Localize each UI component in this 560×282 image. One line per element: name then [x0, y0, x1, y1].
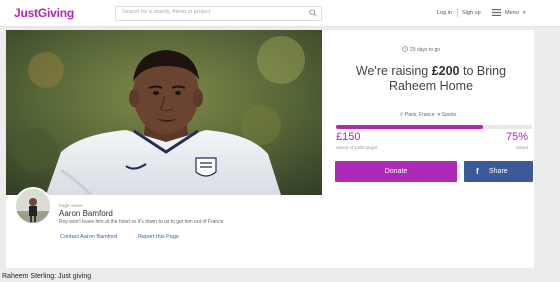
location-label: Paris, France [404, 112, 435, 118]
percent-raised: 75% [505, 131, 528, 143]
clock-icon [402, 46, 408, 52]
amount-raised: £150 [336, 131, 361, 143]
page-owner-description: Roy won't leave him at the hotel so it's… [59, 219, 224, 225]
facebook-share-button[interactable]: f Share [464, 161, 533, 182]
image-caption: Raheem Sterling: Just giving [2, 273, 92, 280]
heart-icon: ♥ [437, 112, 441, 118]
page-owner-section: Page owner Aaron Bamford Roy won't leave… [6, 187, 534, 268]
top-navigation-bar: JustGiving Search for a charity, friend … [0, 0, 560, 27]
signup-link[interactable]: Sign up [462, 10, 481, 16]
menu-button[interactable]: Menu [505, 10, 519, 16]
campaign-summary-panel: 29 days to go We're raising £200 to Brin… [322, 30, 534, 195]
progress-bar-fill [336, 125, 483, 129]
category-label: Sports [441, 112, 457, 118]
share-label: Share [489, 168, 508, 175]
map-pin-icon: ⚲ [399, 112, 404, 118]
amount-raised-subtext: raised of £200 target [336, 145, 378, 150]
hamburger-menu-icon[interactable] [492, 9, 501, 16]
justgiving-logo[interactable]: JustGiving [14, 6, 74, 20]
donate-button[interactable]: Donate [335, 161, 457, 182]
campaign-photo [6, 30, 322, 195]
page-owner-name: Aaron Bamford [59, 209, 113, 218]
facebook-icon: f [476, 167, 479, 176]
owner-avatar [14, 187, 52, 225]
percent-raised-subtext: raised [515, 145, 528, 150]
fundraising-page-card: 29 days to go We're raising £200 to Brin… [6, 30, 534, 268]
progress-bar [336, 125, 532, 129]
search-icon[interactable] [309, 9, 317, 17]
location-category-row: ⚲ Paris, France ♥ Sports [322, 112, 534, 118]
nav-divider [457, 9, 458, 17]
page-owner-kicker: Page owner [59, 203, 84, 208]
campaign-photo-illustration [6, 30, 322, 195]
avatar-illustration [16, 189, 50, 223]
headline-target-amount: £200 [431, 64, 460, 78]
report-page-link[interactable]: Report this Page [138, 234, 179, 240]
contact-owner-link[interactable]: Contact Aaron Bamford [60, 234, 117, 240]
campaign-headline: We're raising £200 to Bring Raheem Home [336, 64, 526, 94]
chevron-down-icon: ▾ [523, 10, 526, 16]
days-remaining: 29 days to go [410, 47, 441, 53]
search-input[interactable]: Search for a charity, friend or project [115, 6, 322, 21]
search-placeholder: Search for a charity, friend or project [122, 9, 211, 15]
headline-prefix: We're raising [355, 64, 432, 78]
login-link[interactable]: Log in [437, 10, 452, 16]
